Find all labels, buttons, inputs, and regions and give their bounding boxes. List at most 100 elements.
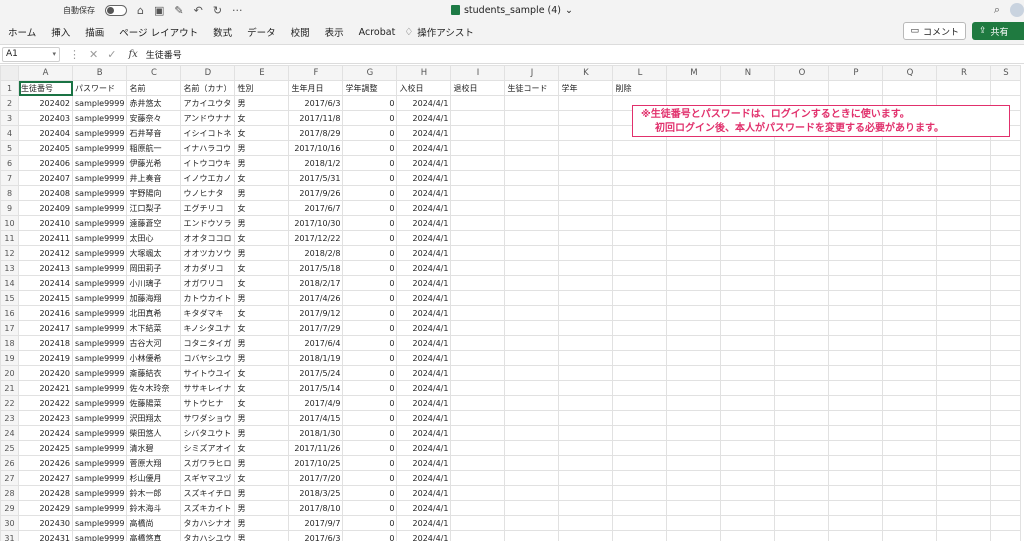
cell[interactable]: 宇野陽向 — [126, 185, 182, 201]
cell[interactable] — [828, 275, 884, 291]
cell[interactable]: 岡田莉子 — [126, 260, 182, 276]
cell[interactable]: 女 — [234, 365, 290, 381]
cell[interactable]: sample9999 — [71, 440, 128, 456]
cell[interactable]: 退校日 — [450, 80, 506, 96]
cell[interactable] — [504, 260, 560, 276]
cell[interactable] — [558, 410, 614, 426]
cell[interactable] — [450, 410, 506, 426]
cell[interactable] — [828, 155, 884, 171]
cell[interactable]: 202422 — [18, 395, 73, 411]
cell[interactable] — [936, 320, 992, 336]
undo-icon[interactable]: ↶ — [194, 4, 203, 17]
cell[interactable] — [990, 335, 1022, 351]
cell[interactable]: シミズアオイ — [180, 440, 236, 456]
cell[interactable]: 名前（カナ） — [180, 80, 236, 96]
cell[interactable]: 女 — [234, 395, 290, 411]
cell[interactable] — [558, 200, 614, 216]
cell[interactable]: 小林優希 — [126, 350, 182, 366]
cell[interactable] — [828, 350, 884, 366]
row-header[interactable]: 5 — [0, 140, 19, 156]
cell[interactable] — [936, 260, 992, 276]
cell[interactable] — [882, 395, 938, 411]
cell[interactable]: 0 — [342, 140, 398, 156]
cell[interactable] — [774, 485, 830, 501]
cell[interactable] — [558, 95, 614, 111]
cell[interactable]: 202430 — [18, 515, 73, 531]
chevron-down-icon[interactable]: ⌄ — [565, 5, 573, 16]
cell[interactable] — [882, 515, 938, 531]
cell[interactable]: 2024/4/1 — [396, 200, 452, 216]
cell[interactable] — [990, 140, 1022, 156]
cell[interactable] — [990, 290, 1022, 306]
cell[interactable] — [882, 170, 938, 186]
cell[interactable] — [720, 260, 776, 276]
cell[interactable] — [450, 110, 506, 126]
cell[interactable]: 男 — [234, 290, 290, 306]
cell[interactable] — [774, 140, 830, 156]
cell[interactable] — [504, 410, 560, 426]
cell[interactable]: 2024/4/1 — [396, 455, 452, 471]
cell[interactable] — [828, 170, 884, 186]
cell[interactable] — [450, 260, 506, 276]
cell[interactable]: 生年月日 — [288, 80, 344, 96]
cell[interactable]: オガワリコ — [180, 275, 236, 291]
cell[interactable]: ササキレイナ — [180, 380, 236, 396]
cell[interactable] — [882, 200, 938, 216]
cell[interactable]: sample9999 — [71, 125, 128, 141]
cell[interactable]: 0 — [342, 110, 398, 126]
cell[interactable]: sample9999 — [71, 185, 128, 201]
cell[interactable] — [450, 335, 506, 351]
cell[interactable]: 2018/1/2 — [288, 155, 344, 171]
cell[interactable] — [504, 200, 560, 216]
formula-input[interactable]: 生徒番号 — [146, 48, 182, 61]
column-header[interactable]: L — [612, 65, 668, 81]
cell[interactable] — [828, 215, 884, 231]
cell[interactable] — [450, 470, 506, 486]
cell[interactable] — [828, 305, 884, 321]
cell[interactable]: sample9999 — [71, 410, 128, 426]
cell[interactable]: 202417 — [18, 320, 73, 336]
cell[interactable] — [936, 305, 992, 321]
cell[interactable]: sample9999 — [71, 110, 128, 126]
cell[interactable] — [666, 440, 722, 456]
cell[interactable] — [936, 230, 992, 246]
cell[interactable]: 2017/5/31 — [288, 170, 344, 186]
cell[interactable]: サワダショウ — [180, 410, 236, 426]
cell[interactable]: イトウコウキ — [180, 155, 236, 171]
cell[interactable]: アカイユウタ — [180, 95, 236, 111]
tab-home[interactable]: ホーム — [8, 25, 36, 39]
cell[interactable] — [990, 80, 1022, 96]
cell[interactable] — [774, 320, 830, 336]
cell[interactable] — [504, 425, 560, 441]
cell[interactable] — [666, 215, 722, 231]
cell[interactable] — [990, 305, 1022, 321]
cell[interactable] — [774, 170, 830, 186]
cell[interactable]: 2024/4/1 — [396, 290, 452, 306]
cell[interactable] — [450, 305, 506, 321]
cell[interactable] — [504, 440, 560, 456]
cell[interactable] — [504, 290, 560, 306]
cell[interactable] — [882, 140, 938, 156]
cell[interactable]: サイトウユイ — [180, 365, 236, 381]
cell[interactable]: 佐々木玲奈 — [126, 380, 182, 396]
cell[interactable]: 0 — [342, 440, 398, 456]
cell[interactable] — [882, 305, 938, 321]
cell[interactable]: 2018/2/17 — [288, 275, 344, 291]
cell[interactable]: 202429 — [18, 500, 73, 516]
row-header[interactable]: 16 — [0, 305, 19, 321]
cell[interactable] — [828, 365, 884, 381]
cell[interactable] — [504, 170, 560, 186]
row-header[interactable]: 18 — [0, 335, 19, 351]
cell[interactable] — [720, 335, 776, 351]
cell[interactable]: 2018/1/19 — [288, 350, 344, 366]
cell[interactable] — [720, 320, 776, 336]
name-box[interactable]: A1 ▾ — [2, 46, 60, 62]
cell[interactable]: sample9999 — [71, 485, 128, 501]
comment-button[interactable]: ▭ コメント — [903, 22, 966, 40]
cell[interactable] — [504, 485, 560, 501]
cell[interactable] — [936, 395, 992, 411]
cell[interactable]: キタダマキ — [180, 305, 236, 321]
cell[interactable] — [666, 230, 722, 246]
cell[interactable]: 女 — [234, 440, 290, 456]
cell[interactable] — [504, 215, 560, 231]
